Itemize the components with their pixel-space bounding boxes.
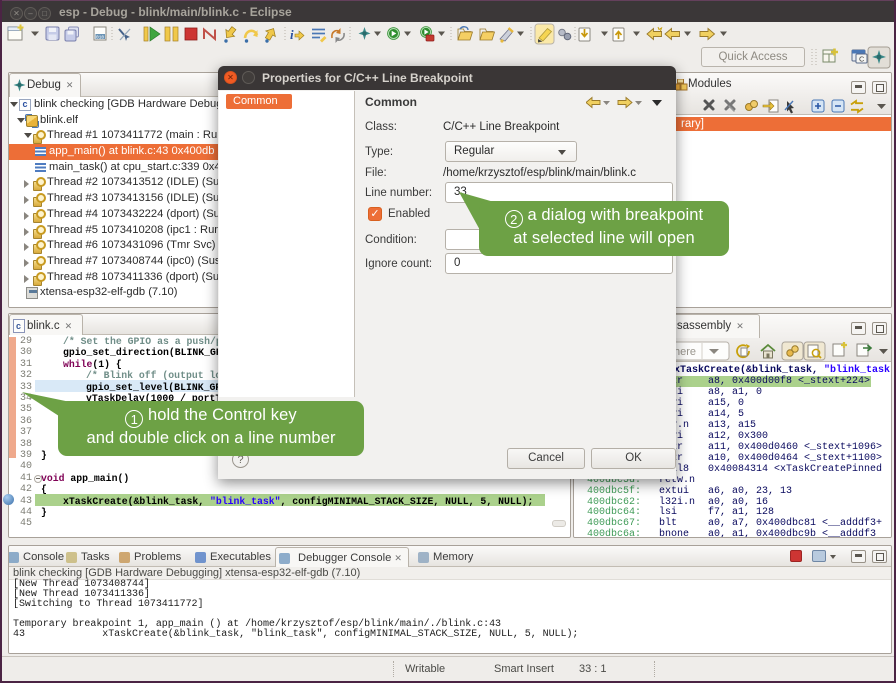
- svg-text:c: c: [16, 321, 21, 331]
- svg-text:010: 010: [96, 34, 104, 40]
- svg-text:here: here: [674, 346, 696, 358]
- svg-text:C: C: [859, 55, 865, 64]
- svg-text:i: i: [290, 27, 294, 42]
